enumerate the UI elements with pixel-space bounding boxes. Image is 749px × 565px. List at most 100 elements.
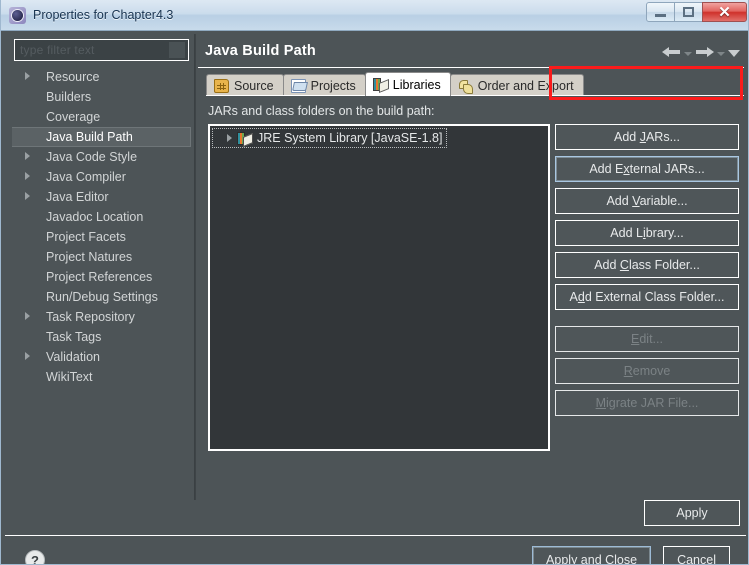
sidebar-item-label: Java Editor (46, 190, 109, 204)
tab-underline (206, 95, 744, 96)
sidebar-item-project-natures[interactable]: Project Natures (12, 247, 192, 267)
sidebar-item-project-references[interactable]: Project References (12, 267, 192, 287)
sidebar-item-label: WikiText (46, 370, 93, 384)
build-path-actions: Add JARs... Add External JARs... Add Varia… (555, 124, 739, 422)
sidebar-item-coverage[interactable]: Coverage (12, 107, 192, 127)
button-label: Add Class Folder... (594, 258, 700, 272)
list-label: JARs and class folders on the build path… (208, 104, 435, 118)
tab-order-and-export[interactable]: Order and Export (449, 74, 584, 96)
settings-tree-pane: type filter text Resource Builders Coverag… (7, 34, 195, 500)
sidebar-item-wikitext[interactable]: WikiText (12, 367, 192, 387)
tab-libraries[interactable]: Libraries (364, 72, 451, 96)
sidebar-item-builders[interactable]: Builders (12, 87, 192, 107)
list-item[interactable]: JRE System Library [JavaSE-1.8] (211, 128, 448, 148)
button-add-class-folder[interactable]: Add Class Folder... (555, 252, 739, 278)
expand-arrow-icon[interactable] (25, 172, 30, 180)
close-icon: ✕ (718, 3, 731, 21)
sidebar-item-run-debug-settings[interactable]: Run/Debug Settings (12, 287, 192, 307)
pane-divider (195, 34, 196, 500)
view-menu-icon[interactable] (728, 50, 740, 57)
back-dropdown-icon[interactable] (684, 51, 692, 56)
help-icon[interactable]: ? (25, 550, 45, 564)
filter-input[interactable]: type filter text (20, 43, 95, 57)
tab-label: Source (234, 78, 274, 93)
button-add-external-jars[interactable]: Add External JARs... (555, 156, 739, 182)
sidebar-item-label: Validation (46, 350, 100, 364)
button-label: Add Variable... (606, 194, 688, 208)
apply-button[interactable]: Apply (644, 500, 740, 526)
button-add-library[interactable]: Add Library... (555, 220, 739, 246)
sidebar-item-java-compiler[interactable]: Java Compiler (12, 167, 192, 187)
button-label: Add External JARs... (589, 162, 705, 176)
button-label: Edit... (631, 332, 663, 346)
back-arrow-icon[interactable] (662, 44, 681, 60)
button-label: Add JARs... (613, 130, 680, 144)
button-add-variable[interactable]: Add Variable... (555, 188, 739, 214)
sidebar-item-label: Coverage (46, 110, 101, 124)
maximize-button[interactable] (674, 2, 703, 22)
button-label: Add External Class Folder... (569, 290, 725, 304)
sidebar-item-label: Builders (46, 90, 92, 104)
sidebar-item-java-build-path[interactable]: Java Build Path (12, 127, 191, 147)
filter-field-wrapper[interactable]: type filter text (14, 39, 189, 61)
sidebar-item-task-repository[interactable]: Task Repository (12, 307, 192, 327)
cancel-button[interactable]: Cancel (663, 546, 730, 564)
sidebar-item-resource[interactable]: Resource (12, 67, 192, 87)
restore-icon (683, 7, 694, 17)
apply-and-close-button[interactable]: Apply and Close (532, 546, 652, 564)
list-item-label: JRE System Library [JavaSE-1.8] (257, 131, 443, 145)
button-add-external-class-folder[interactable]: Add External Class Folder... (555, 284, 739, 310)
button-remove: Remove (555, 358, 739, 384)
filter-clear-icon[interactable] (169, 42, 185, 58)
sidebar-item-project-facets[interactable]: Project Facets (12, 227, 192, 247)
button-label: Add Library... (610, 226, 684, 240)
tab-label: Order and Export (477, 78, 574, 93)
forward-dropdown-icon[interactable] (717, 51, 725, 56)
forward-arrow-icon[interactable] (695, 44, 714, 60)
page-pane: Java Build Path Source Projects Libraries O… (197, 34, 746, 500)
expand-arrow-icon[interactable] (227, 134, 232, 142)
close-button[interactable]: ✕ (702, 2, 747, 22)
title-separator (198, 67, 744, 68)
expand-arrow-icon[interactable] (25, 352, 30, 360)
footer-separator (5, 535, 746, 536)
tab-source[interactable]: Source (206, 74, 284, 96)
expand-arrow-icon[interactable] (25, 192, 30, 200)
sidebar-item-label: Task Tags (46, 330, 102, 344)
tab-projects[interactable]: Projects (282, 74, 366, 96)
dialog-body: type filter text Resource Builders Coverag… (3, 32, 748, 564)
button-add-jars[interactable]: Add JARs... (555, 124, 739, 150)
sidebar-item-task-tags[interactable]: Task Tags (12, 327, 192, 347)
expand-arrow-icon[interactable] (25, 72, 30, 80)
sidebar-item-javadoc-location[interactable]: Javadoc Location (12, 207, 192, 227)
libraries-books-icon (372, 77, 388, 92)
button-label: Migrate JAR File... (595, 396, 699, 410)
expand-arrow-icon[interactable] (25, 152, 30, 160)
projects-folder-icon (290, 78, 306, 93)
sidebar-item-java-code-style[interactable]: Java Code Style (12, 147, 192, 167)
window-title: Properties for Chapter4.3 (33, 8, 174, 22)
sidebar-item-label: Project Facets (46, 230, 126, 244)
button-group-spacer (555, 316, 739, 326)
sidebar-item-java-editor[interactable]: Java Editor (12, 187, 192, 207)
page-nav-controls (662, 44, 740, 60)
tab-label: Projects (310, 78, 356, 93)
jre-library-icon (237, 131, 252, 145)
eclipse-icon (9, 6, 26, 24)
build-path-list[interactable]: JRE System Library [JavaSE-1.8] (208, 124, 550, 451)
button-migrate-jar-file: Migrate JAR File... (555, 390, 739, 416)
tab-label: Libraries (392, 77, 441, 92)
expand-arrow-icon[interactable] (25, 312, 30, 320)
sidebar-item-label: Project Natures (46, 250, 133, 264)
sidebar-item-validation[interactable]: Validation (12, 347, 192, 367)
sidebar-item-label: Java Code Style (46, 150, 138, 164)
minimize-button[interactable] (646, 2, 675, 22)
